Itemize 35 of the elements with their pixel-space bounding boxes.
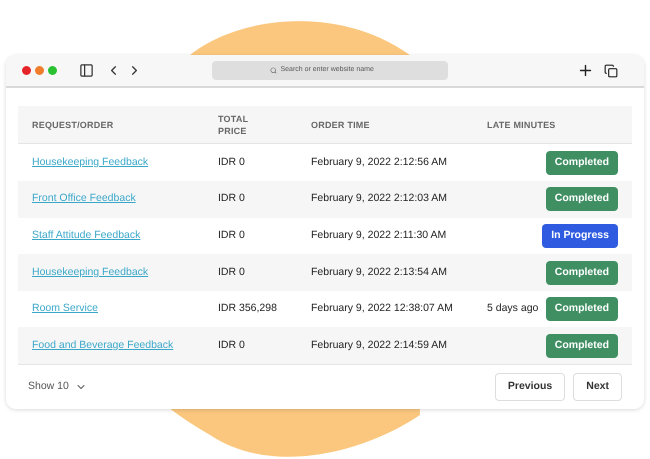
status-badge: Completed [546,334,618,358]
request-link[interactable]: Staff Attitude Feedback [32,228,218,244]
status-badge: Completed [546,260,618,285]
status-badge: Completed [546,187,618,212]
request-link[interactable]: Housekeeping Feedback [32,264,218,280]
request-link[interactable]: Front Office Feedback [32,191,218,208]
search-icon [270,67,276,74]
order-time-cell-text: February 9, 2022 2:12:56 AM [311,154,448,170]
order-time-cell-text: February 9, 2022 2:14:59 AM [311,338,448,353]
price-cell-text: IDR 0 [218,264,246,280]
pagination-button[interactable]: Next [573,373,622,401]
late-cell-text: 5 days ago [487,301,538,316]
pagination-button[interactable]: Previous [494,373,566,401]
tabs-icon[interactable] [604,64,618,78]
request-link[interactable]: Housekeeping Feedback [32,154,218,171]
status-badge: Completed [546,150,618,175]
order-time-cell-text: February 9, 2022 2:11:30 AM [311,228,448,244]
status-badge: Completed [546,297,618,322]
request-link[interactable]: Food and Beverage Feedback [32,338,218,354]
column-header: REQUEST/ORDER [32,118,114,131]
sidebar-icon[interactable] [79,63,94,78]
price-cell-text: IDR 0 [218,228,246,244]
page-size-select[interactable]: Show 10 [28,379,87,395]
order-time-cell-text: February 9, 2022 2:13:54 AM [311,264,448,280]
order-time-cell-text: February 9, 2022 12:38:07 AM [311,301,454,316]
request-link[interactable]: Room Service [32,301,218,317]
price-cell-text: IDR 356,298 [218,301,278,316]
price-cell-text: IDR 0 [218,338,246,353]
column-header: ORDER TIME [311,118,371,131]
status-badge: In Progress [542,224,618,248]
column-header: LATE MINUTES [487,118,557,131]
column-header: TOTAL PRICE [218,112,250,137]
price-cell-text: IDR 0 [218,154,246,170]
price-cell-text: IDR 0 [218,191,246,206]
order-time-cell-text: February 9, 2022 2:12:03 AM [311,191,448,206]
